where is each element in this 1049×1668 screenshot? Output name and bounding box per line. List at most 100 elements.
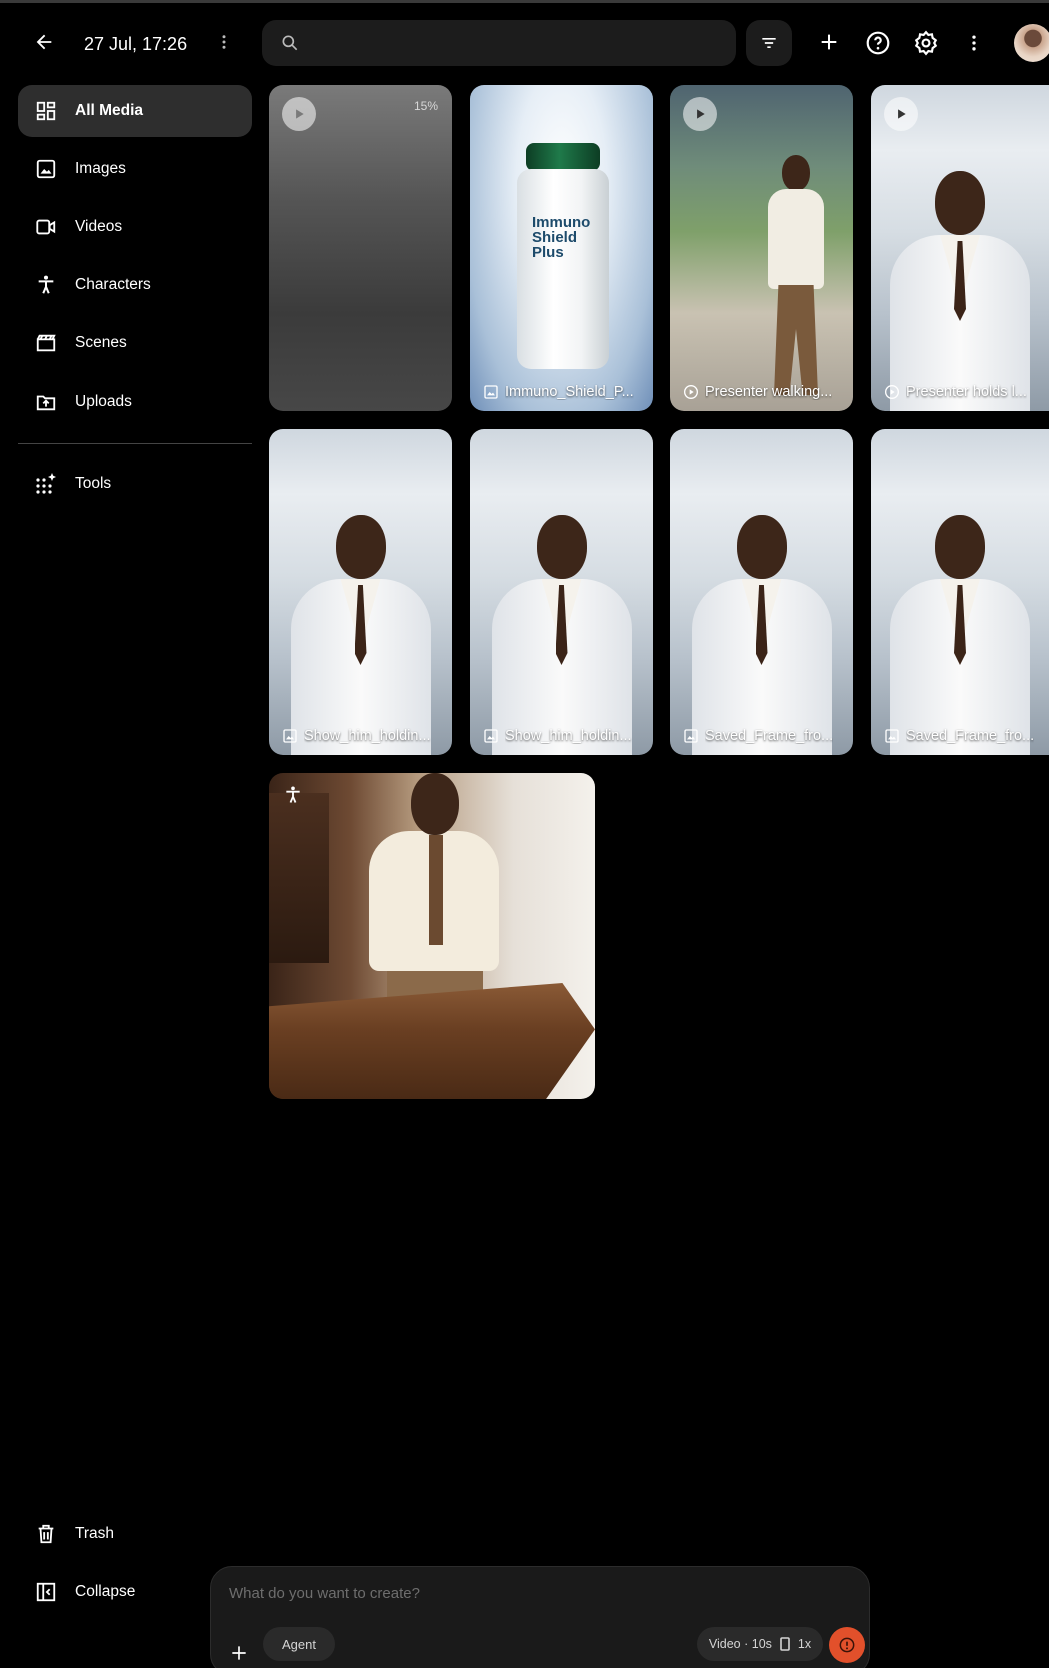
sidebar-item-label: Tools bbox=[75, 475, 112, 492]
sidebar-item-trash[interactable]: Trash bbox=[18, 1508, 252, 1560]
avatar[interactable] bbox=[1014, 24, 1049, 62]
back-button[interactable] bbox=[28, 26, 60, 58]
search-input[interactable] bbox=[310, 20, 720, 66]
add-button[interactable] bbox=[813, 26, 845, 58]
media-card-label: Show_him_holdin... bbox=[482, 727, 645, 745]
arrow-back-icon bbox=[36, 34, 52, 50]
sidebar-item-uploads[interactable]: Uploads bbox=[18, 376, 252, 428]
sidebar: All Media Images Videos Characters Scene… bbox=[0, 80, 260, 1668]
media-card-label: Saved_Frame_fro... bbox=[883, 727, 1041, 745]
speed-label: 1x bbox=[797, 1637, 812, 1651]
play-icon bbox=[282, 97, 316, 131]
collapse-icon bbox=[34, 1580, 58, 1604]
window-top-border bbox=[0, 0, 1049, 3]
media-card-label: Presenter walking... bbox=[682, 383, 845, 401]
presenter-figure bbox=[890, 171, 1030, 411]
media-card-title: Show_him_holdin... bbox=[304, 728, 431, 744]
top-bar: 27 Jul, 17:26 bbox=[0, 4, 1049, 80]
generation-settings-chip[interactable]: Video · 10s 1x bbox=[697, 1627, 823, 1661]
sidebar-item-label: Videos bbox=[75, 218, 123, 235]
media-card[interactable]: Presenter holds l... bbox=[871, 85, 1049, 411]
sidebar-item-characters[interactable]: Characters bbox=[18, 259, 252, 311]
grid-icon bbox=[34, 99, 58, 123]
play-icon bbox=[884, 97, 918, 131]
agent-mode-chip[interactable]: Agent bbox=[263, 1627, 335, 1661]
sidebar-item-tools[interactable]: Tools bbox=[18, 458, 252, 510]
media-card[interactable]: Saved_Frame_fro... bbox=[670, 429, 853, 755]
prompt-composer: Agent Video · 10s 1x bbox=[210, 1566, 870, 1668]
image-icon bbox=[682, 727, 700, 745]
presenter-figure bbox=[691, 515, 832, 755]
add-icon bbox=[232, 1646, 246, 1660]
more-vert-icon bbox=[222, 35, 226, 49]
sidebar-item-videos[interactable]: Videos bbox=[18, 201, 252, 253]
clapperboard-icon bbox=[34, 331, 58, 355]
settings-button[interactable] bbox=[909, 26, 943, 60]
more-options-button[interactable] bbox=[960, 26, 988, 60]
media-card-character[interactable] bbox=[269, 773, 595, 1099]
video-icon bbox=[34, 215, 58, 239]
media-card[interactable]: Presenter walking... bbox=[670, 85, 853, 411]
media-card-label: Immuno_Shield_P... bbox=[482, 383, 645, 401]
product-bottle-cap bbox=[526, 143, 600, 171]
attach-button[interactable] bbox=[225, 1639, 253, 1667]
desk bbox=[269, 983, 595, 1099]
prompt-input[interactable] bbox=[229, 1585, 849, 1615]
media-card[interactable]: Show_him_holdin... bbox=[269, 429, 452, 755]
sidebar-item-label: Collapse bbox=[75, 1583, 136, 1600]
help-button[interactable] bbox=[861, 26, 895, 60]
image-icon bbox=[281, 727, 299, 745]
image-icon bbox=[883, 727, 901, 745]
sidebar-item-scenes[interactable]: Scenes bbox=[18, 317, 252, 369]
generation-type-label: Video · 10s bbox=[708, 1637, 772, 1651]
play-circle-icon bbox=[682, 383, 700, 401]
sidebar-item-images[interactable]: Images bbox=[18, 143, 252, 195]
sidebar-item-label: Scenes bbox=[75, 334, 127, 351]
sidebar-item-label: Uploads bbox=[75, 393, 132, 410]
media-card[interactable]: Saved_Frame_fro... bbox=[871, 429, 1049, 755]
media-card-title: Immuno_Shield_P... bbox=[505, 384, 634, 400]
trash-icon bbox=[34, 1522, 58, 1546]
tools-sparkle-icon bbox=[34, 472, 58, 496]
media-card[interactable]: Show_him_holdin... bbox=[470, 429, 653, 755]
sidebar-item-label: All Media bbox=[75, 102, 144, 119]
search-bar[interactable] bbox=[262, 20, 736, 66]
media-card[interactable]: Immuno Shield Plus Immuno_Shield_P... bbox=[470, 85, 653, 411]
media-card-title: Presenter holds l... bbox=[906, 384, 1027, 400]
media-card-label: Saved_Frame_fro... bbox=[682, 727, 845, 745]
media-card-title: Show_him_holdin... bbox=[505, 728, 632, 744]
sidebar-item-all-media[interactable]: All Media bbox=[18, 85, 252, 137]
character-icon bbox=[281, 783, 305, 807]
generation-progress: 15% bbox=[413, 99, 438, 113]
media-card-generating[interactable]: 15% bbox=[269, 85, 452, 411]
add-icon bbox=[821, 34, 837, 50]
media-card-title: Saved_Frame_fro... bbox=[705, 728, 834, 744]
sidebar-item-label: Trash bbox=[75, 1525, 115, 1542]
presenter-figure bbox=[760, 155, 830, 405]
aspect-portrait-icon bbox=[780, 1637, 790, 1651]
settings-icon bbox=[914, 30, 938, 56]
session-menu-button[interactable] bbox=[210, 26, 238, 58]
filter-button[interactable] bbox=[746, 20, 792, 66]
media-card-title: Presenter walking... bbox=[705, 384, 833, 400]
product-bottle bbox=[517, 169, 609, 369]
media-card-label: Show_him_holdin... bbox=[281, 727, 444, 745]
presenter-figure bbox=[890, 515, 1030, 755]
bookshelf bbox=[269, 793, 329, 963]
sidebar-item-label: Images bbox=[75, 160, 126, 177]
presenter-figure bbox=[290, 515, 431, 755]
search-icon bbox=[282, 35, 298, 51]
play-circle-icon bbox=[883, 383, 901, 401]
play-icon bbox=[683, 97, 717, 131]
media-card-label: Presenter holds l... bbox=[883, 383, 1041, 401]
more-vert-icon bbox=[972, 35, 976, 51]
help-icon bbox=[866, 31, 890, 55]
product-label: Immuno Shield Plus bbox=[532, 214, 591, 261]
media-card-title: Saved_Frame_fro... bbox=[906, 728, 1035, 744]
session-title: 27 Jul, 17:26 bbox=[84, 34, 188, 54]
send-button[interactable] bbox=[829, 1627, 865, 1663]
upload-folder-icon bbox=[34, 390, 58, 414]
presenter-figure bbox=[491, 515, 632, 755]
send-icon bbox=[839, 1637, 855, 1653]
filter-icon bbox=[762, 38, 776, 48]
